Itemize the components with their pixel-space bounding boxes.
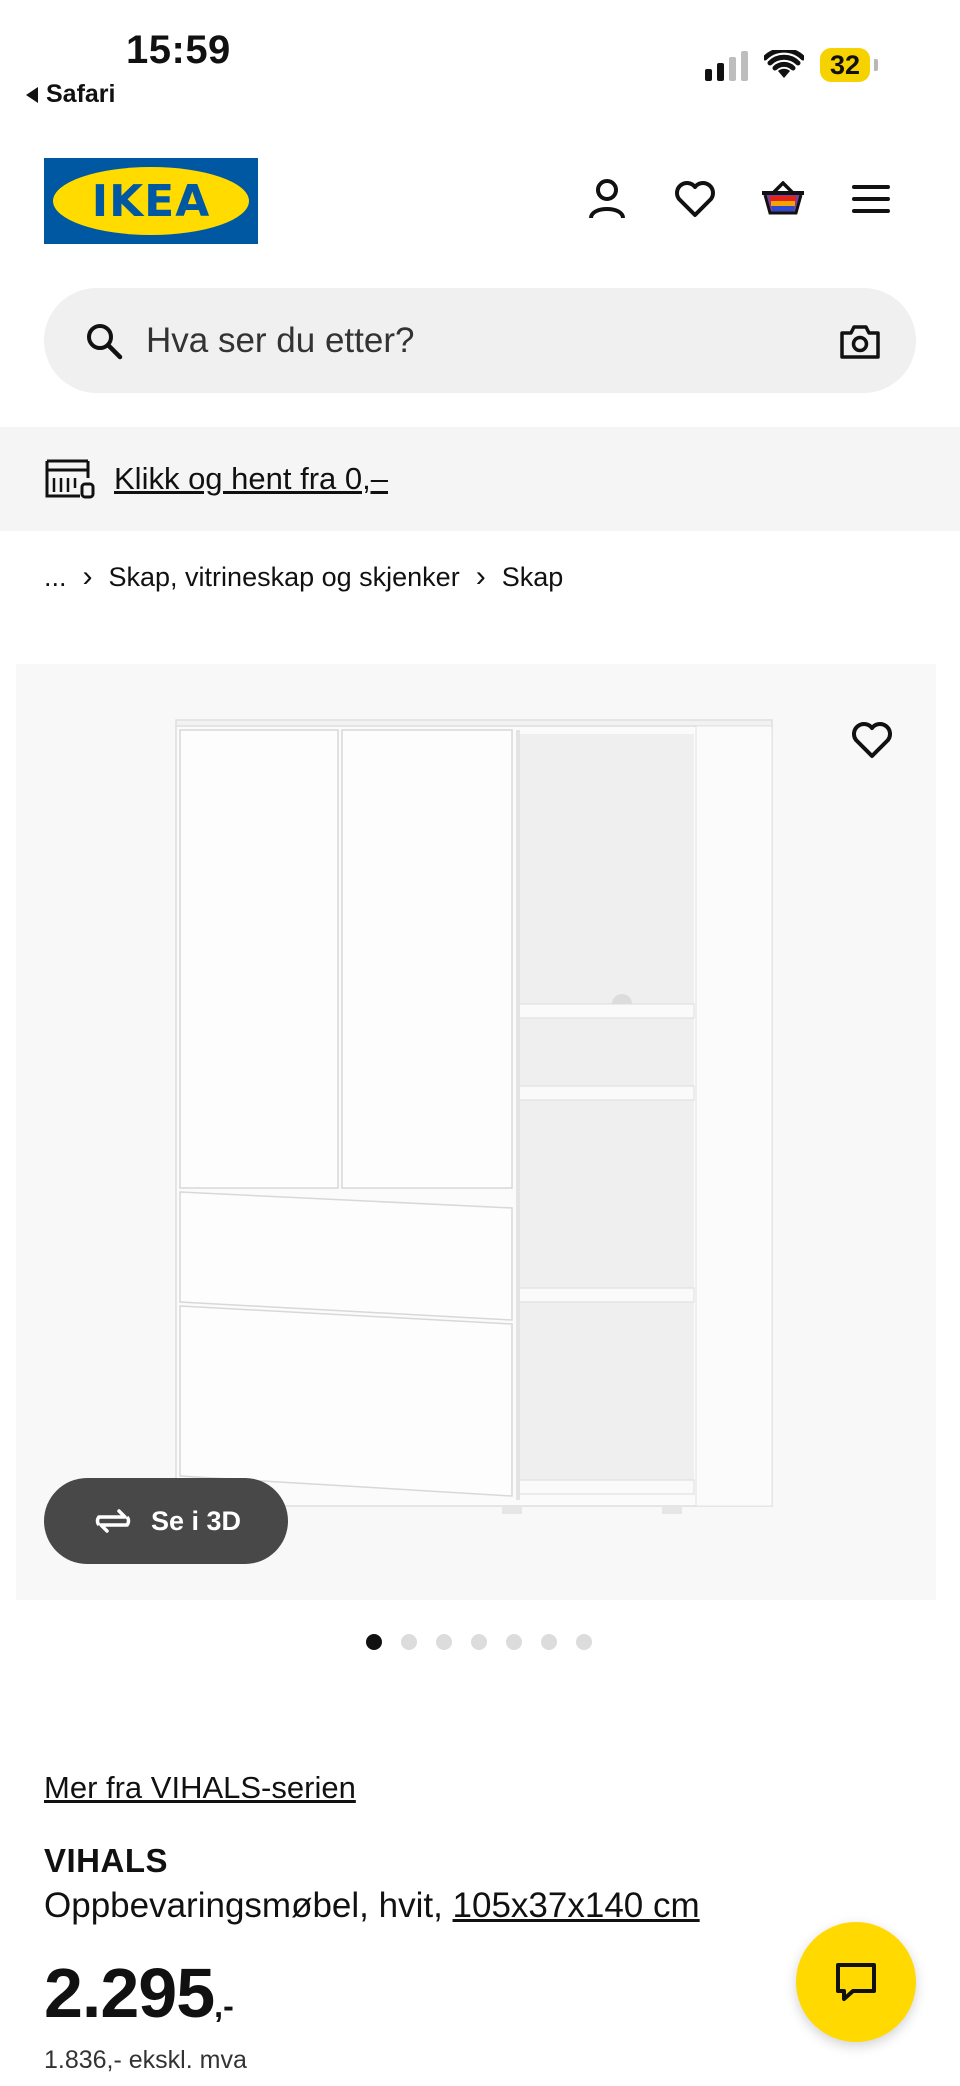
status-time: 15:59	[126, 28, 231, 72]
wifi-icon	[763, 50, 804, 78]
cellular-signal-icon	[704, 49, 748, 81]
status-indicators: 32	[704, 48, 879, 82]
account-icon[interactable]	[584, 176, 630, 222]
breadcrumb-item-ellipsis[interactable]: ...	[44, 562, 67, 593]
back-arrow-icon	[26, 86, 38, 103]
ikea-logo[interactable]: IKEA	[44, 158, 258, 244]
carousel-dot[interactable]	[576, 1634, 592, 1650]
carousel-dot[interactable]	[401, 1634, 417, 1650]
back-to-safari[interactable]: Safari	[26, 80, 115, 109]
chevron-right-icon: ›	[475, 560, 486, 593]
product-name: VIHALS	[44, 1842, 169, 1879]
carousel-dot[interactable]	[366, 1634, 382, 1650]
heart-icon[interactable]	[672, 176, 718, 222]
product-price: 2.295 ,-	[44, 1958, 234, 2028]
logo-text: IKEA	[91, 175, 211, 227]
search-icon	[87, 323, 123, 359]
carousel-dot[interactable]	[541, 1634, 557, 1650]
cabinet-illustration	[175, 719, 773, 1514]
product-dimensions-link[interactable]: 105x37x140 cm	[453, 1886, 700, 1925]
carousel-dot[interactable]	[506, 1634, 522, 1650]
rotate-3d-icon	[95, 1509, 131, 1533]
breadcrumb-item-current[interactable]: Skap	[502, 562, 564, 593]
price-value: 2.295	[44, 1954, 215, 2032]
click-collect-link[interactable]: Klikk og hent fra 0,–	[114, 461, 388, 497]
search-bar[interactable]	[44, 288, 916, 393]
carousel-dot[interactable]	[436, 1634, 452, 1650]
image-carousel-dots	[366, 1634, 592, 1650]
product-description: Oppbevaringsmøbel, hvit, 105x37x140 cm	[44, 1886, 700, 1926]
see-in-3d-label: Se i 3D	[150, 1505, 242, 1536]
header-actions	[584, 176, 894, 222]
heart-icon	[852, 722, 892, 758]
see-in-3d-button[interactable]: Se i 3D	[44, 1478, 288, 1564]
click-collect-banner: Klikk og hent fra 0,–	[0, 427, 960, 531]
carousel-dot[interactable]	[471, 1634, 487, 1650]
camera-icon[interactable]	[838, 319, 882, 363]
price-suffix: ,-	[214, 1988, 234, 2024]
basket-icon[interactable]	[760, 176, 806, 222]
chat-button[interactable]	[796, 1922, 916, 2042]
breadcrumb: ... › Skap, vitrineskap og skjenker › Sk…	[44, 560, 563, 594]
menu-icon[interactable]	[848, 176, 894, 222]
price-excl-vat: 1.836,- ekskl. mva	[44, 2046, 247, 2074]
battery-indicator: 32	[819, 48, 879, 82]
back-app-label: Safari	[46, 80, 116, 108]
product-description-text: Oppbevaringsmøbel, hvit,	[44, 1886, 443, 1925]
chat-icon	[836, 1963, 876, 2001]
product-image[interactable]	[16, 664, 936, 1600]
store-icon	[45, 459, 95, 499]
add-to-favourites-button[interactable]	[842, 710, 902, 770]
series-link[interactable]: Mer fra VIHALS-serien	[44, 1770, 356, 1806]
search-input[interactable]	[146, 320, 838, 361]
breadcrumb-item-category[interactable]: Skap, vitrineskap og skjenker	[109, 562, 460, 593]
chevron-right-icon: ›	[82, 560, 93, 593]
